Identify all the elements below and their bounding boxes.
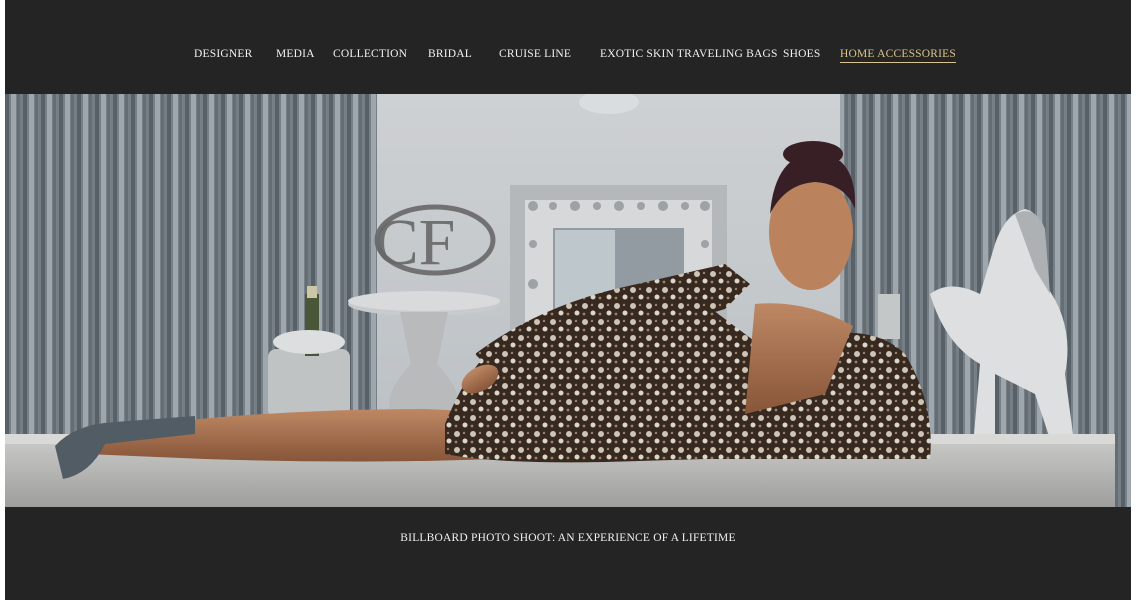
nav-item-bridal[interactable]: BRIDAL <box>428 48 472 60</box>
nav-item-designer[interactable]: DESIGNER <box>194 48 252 60</box>
nav-item-collection[interactable]: COLLECTION <box>333 48 407 60</box>
nav-item-media[interactable]: MEDIA <box>276 48 315 60</box>
nav-item-home-accessories[interactable]: HOME ACCESSORIES <box>840 48 956 63</box>
page-frame: DESIGNER MEDIA COLLECTION BRIDAL CRUISE … <box>5 0 1131 600</box>
nav-item-shoes[interactable]: SHOES <box>783 48 820 60</box>
hero-caption: BILLBOARD PHOTO SHOOT: AN EXPERIENCE OF … <box>400 532 736 544</box>
nav-item-exotic-skin-traveling-bags[interactable]: EXOTIC SKIN TRAVELING BAGS <box>600 48 778 60</box>
hero-image: CF <box>5 94 1131 507</box>
main-nav: DESIGNER MEDIA COLLECTION BRIDAL CRUISE … <box>5 0 1131 94</box>
nav-item-cruise-line[interactable]: CRUISE LINE <box>499 48 571 60</box>
